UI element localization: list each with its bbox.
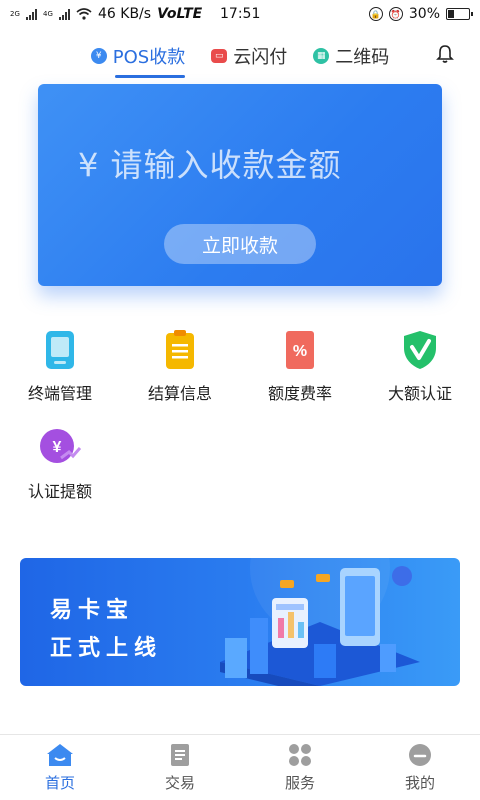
yuan-up-icon: ¥ bbox=[38, 426, 82, 470]
percent-icon: % bbox=[278, 328, 322, 372]
lock-rotation-icon: 🔒 bbox=[368, 7, 383, 21]
tab-pos[interactable]: ¥ POS收款 bbox=[90, 38, 186, 78]
shield-check-icon bbox=[398, 328, 442, 372]
feature-settlement[interactable]: 结算信息 bbox=[120, 328, 240, 404]
status-bar: 2G 4G 46 KB/s VoLTE 17:51 🔒 ⏰ 30% bbox=[0, 0, 480, 28]
banner-title: 易卡宝 bbox=[50, 598, 135, 623]
yuan-circle-icon: ¥ bbox=[90, 48, 107, 64]
feature-rate-label: 额度费率 bbox=[267, 384, 332, 403]
nav-home-label: 首页 bbox=[44, 774, 75, 792]
nav-profile[interactable]: 我的 bbox=[360, 735, 480, 800]
payment-card: ¥ 请输入收款金额 立即收款 bbox=[38, 84, 442, 286]
network-speed: 46 KB/s bbox=[98, 6, 152, 22]
feature-settlement-label: 结算信息 bbox=[147, 384, 212, 403]
feature-large-auth-label: 大额认证 bbox=[387, 384, 452, 403]
amount-input[interactable]: ¥ 请输入收款金额 bbox=[78, 140, 342, 186]
bottom-nav: 首页 交易 服务 我的 bbox=[0, 734, 480, 800]
tab-qrcode-label: 二维码 bbox=[335, 47, 390, 68]
clipboard-icon bbox=[158, 328, 202, 372]
svg-text:¥: ¥ bbox=[53, 439, 62, 456]
grid-icon bbox=[286, 742, 314, 768]
user-icon bbox=[406, 742, 434, 768]
svg-text:%: % bbox=[293, 343, 307, 360]
status-left: 2G 4G 46 KB/s VoLTE bbox=[10, 6, 202, 22]
nav-services-label: 服务 bbox=[284, 774, 315, 792]
nav-profile-label: 我的 bbox=[404, 774, 435, 792]
nav-transactions-label: 交易 bbox=[164, 774, 195, 792]
network-type-label: 2G bbox=[10, 10, 20, 18]
network-type-label-2: 4G bbox=[43, 10, 53, 18]
nav-home[interactable]: 首页 bbox=[0, 735, 120, 800]
wifi-icon bbox=[76, 8, 92, 20]
feature-large-auth[interactable]: 大额认证 bbox=[360, 328, 480, 404]
terminal-icon bbox=[38, 328, 82, 372]
bell-icon[interactable] bbox=[436, 44, 454, 64]
card-icon: ▭ bbox=[211, 49, 228, 63]
banner-subtitle: 正式上线 bbox=[50, 636, 163, 661]
qrcode-icon: ▦ bbox=[313, 48, 330, 64]
tab-pos-label: POS收款 bbox=[112, 47, 186, 68]
feature-raise-limit-label: 认证提额 bbox=[27, 482, 92, 501]
volte-indicator: VoLTE bbox=[157, 6, 203, 22]
nav-services[interactable]: 服务 bbox=[240, 735, 360, 800]
top-tabs: ¥ POS收款 ▭ 云闪付 ▦ 二维码 bbox=[0, 36, 480, 78]
nav-transactions[interactable]: 交易 bbox=[120, 735, 240, 800]
home-icon bbox=[46, 742, 74, 768]
collect-now-button[interactable]: 立即收款 bbox=[164, 224, 316, 264]
signal-icon bbox=[26, 8, 37, 20]
tab-unionpay-label: 云闪付 bbox=[233, 47, 288, 68]
feature-raise-limit[interactable]: ¥ 认证提额 bbox=[0, 426, 120, 502]
feature-terminal[interactable]: 终端管理 bbox=[0, 328, 120, 404]
battery-icon bbox=[446, 8, 473, 20]
document-icon bbox=[166, 742, 194, 768]
feature-row-2: ¥ 认证提额 bbox=[0, 426, 480, 502]
clock: 17:51 bbox=[220, 6, 261, 22]
status-right: 🔒 ⏰ 30% bbox=[368, 6, 473, 22]
tab-qrcode[interactable]: ▦ 二维码 bbox=[313, 38, 389, 74]
signal-icon-2 bbox=[59, 8, 70, 20]
feature-grid: 终端管理 结算信息 % 额度费率 大额认证 ¥ 认证提额 bbox=[0, 328, 480, 524]
tab-unionpay[interactable]: ▭ 云闪付 bbox=[211, 38, 287, 74]
feature-terminal-label: 终端管理 bbox=[27, 384, 92, 403]
feature-rate[interactable]: % 额度费率 bbox=[240, 328, 360, 404]
battery-percent: 30% bbox=[408, 6, 440, 22]
alarm-icon: ⏰ bbox=[388, 7, 403, 21]
battery-fill bbox=[448, 10, 454, 18]
feature-row-1: 终端管理 结算信息 % 额度费率 大额认证 bbox=[0, 328, 480, 404]
promo-banner[interactable]: 易卡宝 正式上线 bbox=[20, 558, 460, 686]
